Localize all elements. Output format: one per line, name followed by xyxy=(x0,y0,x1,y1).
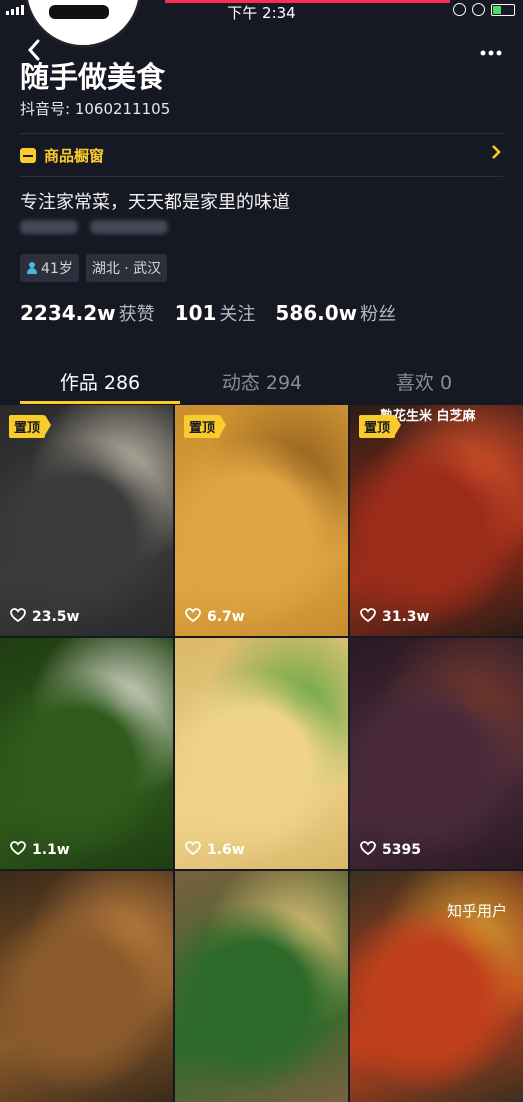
like-count-text: 23.5w xyxy=(32,608,80,625)
video-like-count: 1.6w xyxy=(185,840,245,859)
followers-count[interactable]: 586.0w xyxy=(275,301,357,325)
active-tab-indicator xyxy=(20,401,180,404)
followers-label[interactable]: 粉丝 xyxy=(360,300,396,326)
avatar-scribble xyxy=(49,5,109,19)
shop-bag-icon xyxy=(20,147,36,163)
tab-likes[interactable]: 喜欢 0 xyxy=(337,368,511,395)
profile-bio: 专注家常菜，天天都是家里的味道 xyxy=(20,192,290,213)
pinned-badge: 置顶 xyxy=(359,415,402,438)
location-tag-label: 湖北 · 武汉 xyxy=(91,261,162,277)
location-tag: 湖北 · 武汉 xyxy=(85,254,168,282)
heart-icon xyxy=(185,607,201,626)
likes-count: 2234.2w xyxy=(20,301,116,325)
video-thumbnail[interactable]: 1.6w xyxy=(175,638,348,869)
divider xyxy=(20,176,503,177)
profile-stats: 2234.2w 获赞 101 关注 586.0w 粉丝 xyxy=(20,300,416,326)
profile-tags: 41岁 湖北 · 武汉 xyxy=(20,254,168,282)
shop-window-link[interactable]: 商品橱窗 xyxy=(20,142,505,168)
video-thumbnail[interactable]: 1.1w xyxy=(0,638,173,869)
watermark: 知乎用户 xyxy=(446,902,507,920)
like-count-text: 31.3w xyxy=(382,608,430,625)
heart-icon xyxy=(360,840,376,859)
video-like-count: 31.3w xyxy=(360,607,429,626)
pinned-badge: 置顶 xyxy=(9,415,52,438)
video-thumbnail[interactable]: 熟花生米 白芝麻 置顶 31.3w xyxy=(350,405,523,636)
video-like-count: 6.7w xyxy=(185,607,245,626)
video-like-count: 5395 xyxy=(360,840,421,859)
following-label[interactable]: 关注 xyxy=(219,300,255,326)
pinned-badge: 置顶 xyxy=(184,415,227,438)
blurred-text xyxy=(90,220,168,234)
heart-icon xyxy=(10,840,26,859)
like-count-text: 1.1w xyxy=(32,841,70,858)
tab-works[interactable]: 作品 286 xyxy=(13,368,187,395)
like-count-text: 1.6w xyxy=(207,841,245,858)
likes-label: 获赞 xyxy=(118,304,155,325)
content-tabs: 作品 286 动态 294 喜欢 0 xyxy=(0,356,523,404)
heart-icon xyxy=(185,840,201,859)
video-thumbnail[interactable]: 置顶 23.5w xyxy=(0,405,173,636)
person-icon xyxy=(26,262,38,274)
like-count-text: 6.7w xyxy=(207,608,245,625)
more-options-icon[interactable] xyxy=(479,38,503,62)
tab-posts[interactable]: 动态 294 xyxy=(175,368,349,395)
age-tag: 41岁 xyxy=(20,254,79,282)
video-thumbnail[interactable] xyxy=(175,871,348,1102)
profile-name: 随手做美食 xyxy=(20,60,166,94)
video-thumbnail[interactable]: 置顶 6.7w xyxy=(175,405,348,636)
like-count-text: 5395 xyxy=(382,841,421,858)
video-like-count: 23.5w xyxy=(10,607,79,626)
video-like-count: 1.1w xyxy=(10,840,70,859)
blurred-text xyxy=(20,220,78,234)
heart-icon xyxy=(10,607,26,626)
alarm-icon xyxy=(472,3,485,16)
chevron-right-icon xyxy=(491,144,501,163)
age-tag-label: 41岁 xyxy=(41,261,73,277)
video-thumbnail[interactable] xyxy=(0,871,173,1102)
douyin-id: 抖音号: 1060211105 xyxy=(20,100,171,118)
video-thumbnail[interactable]: 5395 xyxy=(350,638,523,869)
following-count[interactable]: 101 xyxy=(175,301,217,325)
battery-icon xyxy=(491,3,515,16)
lock-rotation-icon xyxy=(453,3,466,16)
divider xyxy=(20,133,503,134)
shop-window-label: 商品橱窗 xyxy=(44,146,105,165)
heart-icon xyxy=(360,607,376,626)
